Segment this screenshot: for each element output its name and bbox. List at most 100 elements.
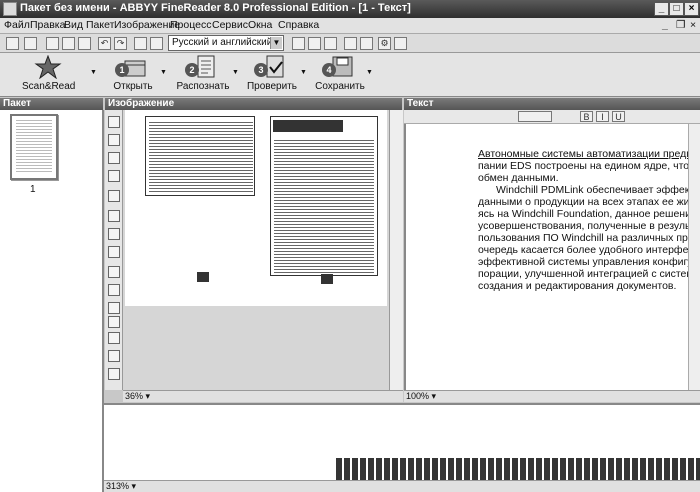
layout-five-icon[interactable] [360,37,373,50]
italic-icon[interactable]: I [596,111,609,122]
zoom-status-bar: 313% ▾ [104,480,700,492]
title-bar: Пакет без имени - ABBYY FineReader 8.0 P… [0,0,700,18]
zoom-in-icon[interactable] [134,37,147,50]
mdi-minimize-icon[interactable]: _ [662,19,668,31]
text-area-icon[interactable] [108,134,120,146]
recognize-page-icon: 2 [185,55,217,79]
text-pane-header: Текст [404,98,700,110]
text-line: данными о продукции на всех этапах ее жи… [478,196,700,208]
scanned-page[interactable] [125,110,387,306]
layout-four-icon[interactable] [344,37,357,50]
scan-read-dropdown-icon[interactable]: ▼ [90,69,97,76]
select-area-icon[interactable] [108,116,120,128]
menu-view[interactable]: Вид [64,19,83,31]
picture-area-icon[interactable] [108,170,120,182]
save-label: Сохранить [315,81,365,92]
text-zoom-value[interactable]: 100% [406,391,429,401]
scan-read-toolbar: Scan&Read ▼ 1 Открыть ▼ 2 Распознать ▼ 3… [0,53,700,97]
mdi-restore-icon[interactable]: ❐ [676,19,685,31]
options-gear-icon[interactable]: ⚙ [378,37,391,50]
open-dropdown-icon[interactable]: ▼ [160,69,167,76]
properties-icon[interactable] [108,350,120,362]
maximize-button[interactable]: □ [669,2,684,16]
pointer-icon[interactable] [108,190,120,202]
delete-area-icon[interactable] [108,246,120,258]
image-status-bar: 36% ▾ [123,390,403,402]
chevron-down-icon[interactable]: ▼ [270,37,282,49]
scanned-text-right [274,140,374,274]
text-line: обмен данными. [478,172,559,184]
chevron-down-icon[interactable]: ▾ [432,391,437,401]
image-scrollbar[interactable] [389,110,403,390]
language-select[interactable]: Русский и английский ▼ [168,35,284,51]
check-label: Проверить [246,81,297,92]
page-thumbnail[interactable] [10,114,58,180]
recognize-dropdown-icon[interactable]: ▼ [232,69,239,76]
text-line: очередь касается более удобного интерфей… [478,244,700,256]
recognize-button[interactable]: 2 Распознать [176,55,230,95]
save-button[interactable]: 4 Сохранить [312,55,368,95]
zoom-pane-zoom-value[interactable]: 313% [106,481,129,491]
paste-icon[interactable] [78,37,91,50]
close-button[interactable]: × [684,2,699,16]
open-batch-icon[interactable] [24,37,37,50]
standard-toolbar: ↶ ↷ ⚙ [0,34,700,53]
crop-icon[interactable] [108,316,120,328]
save-disk-icon: 4 [322,55,354,79]
zoomed-text-preview [336,458,700,480]
wizard-star-icon [34,54,62,80]
recognize-label: Распознать [176,81,230,92]
chevron-down-icon[interactable]: ▾ [132,481,137,491]
zoom-out-icon[interactable] [150,37,163,50]
layout-two-icon[interactable] [308,37,321,50]
check-dropdown-icon[interactable]: ▼ [300,69,307,76]
order-areas-icon[interactable] [108,266,120,278]
split-cells-icon[interactable] [108,302,120,314]
window-title: Пакет без имени - ABBYY FineReader 8.0 P… [20,2,411,14]
text-line: порации, улучшенной интеграцией с систем… [478,268,700,280]
table-area-icon[interactable] [108,152,120,164]
menu-edit[interactable]: Правка [30,19,65,31]
font-size-select[interactable] [518,111,552,122]
copy-icon[interactable] [62,37,75,50]
rotate-icon[interactable] [108,368,120,380]
redo-icon[interactable]: ↷ [114,37,127,50]
menu-service[interactable]: Сервис [212,19,248,31]
menu-help[interactable]: Справка [278,19,319,31]
bold-icon[interactable]: B [580,111,593,122]
check-document-icon: 3 [254,55,286,79]
underline-icon[interactable]: U [612,111,625,122]
text-line: усовершенствования, полученные в результ… [478,220,700,232]
menu-bar: Файл Правка Вид Пакет Изображение Процес… [0,18,700,34]
open-folder-icon: 1 [115,55,147,79]
open-button[interactable]: 1 Открыть [108,55,158,95]
new-batch-icon[interactable] [6,37,19,50]
menu-batch[interactable]: Пакет [86,19,114,31]
layout-one-icon[interactable] [292,37,305,50]
page-number: 1 [30,184,36,195]
cut-icon[interactable] [46,37,59,50]
help-book-icon[interactable] [394,37,407,50]
add-area-icon[interactable] [108,210,120,222]
save-dropdown-icon[interactable]: ▼ [366,69,373,76]
image-tools-bar [105,110,123,390]
batch-pane-header: Пакет [0,98,103,110]
eraser-icon[interactable] [108,332,120,344]
text-scrollbar[interactable] [688,124,700,390]
cut-area-icon[interactable] [108,228,120,240]
check-button[interactable]: 3 Проверить [244,55,300,95]
open-label: Открыть [113,81,153,92]
table-grid-icon[interactable] [108,284,120,296]
text-line: создания и редактирования документов. [478,280,677,292]
image-zoom-value[interactable]: 36% [125,391,143,401]
menu-process[interactable]: Процесс [170,19,211,31]
menu-windows[interactable]: Окна [248,19,272,31]
mdi-close-icon[interactable]: × [690,19,696,31]
chevron-down-icon[interactable]: ▾ [146,391,151,401]
scan-read-button[interactable]: Scan&Read [22,54,75,95]
menu-file[interactable]: Файл [4,19,30,31]
layout-three-icon[interactable] [324,37,337,50]
minimize-button[interactable]: _ [654,2,669,16]
text-format-toolbar: B I U [404,110,700,124]
undo-icon[interactable]: ↶ [98,37,111,50]
